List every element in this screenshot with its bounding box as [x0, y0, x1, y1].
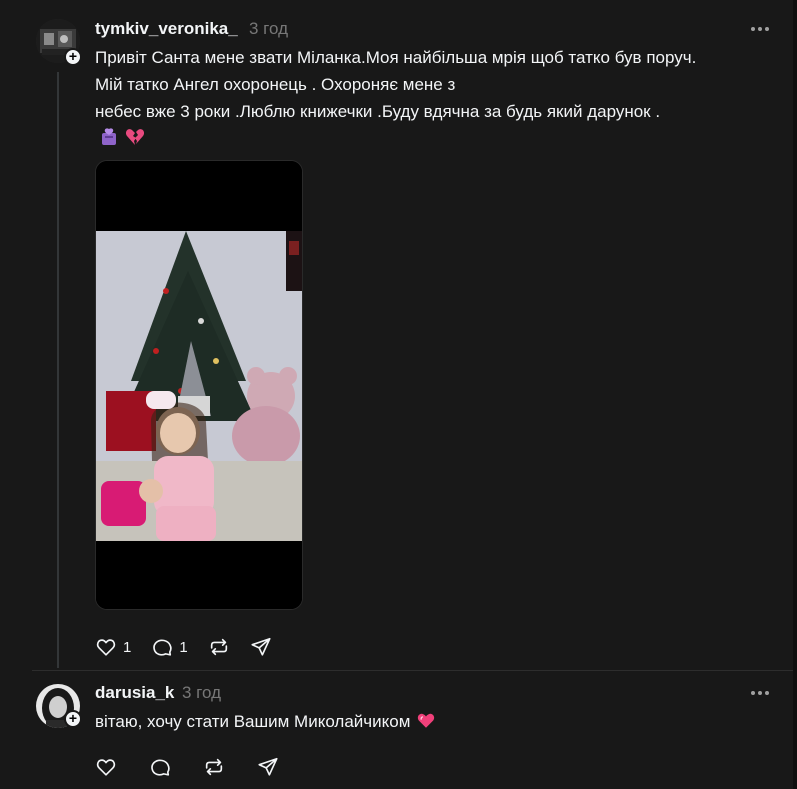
- heart-icon: [96, 759, 116, 776]
- comment-icon: [151, 759, 170, 776]
- comment-button[interactable]: [149, 755, 171, 779]
- repost-icon: [205, 758, 223, 776]
- post-timestamp[interactable]: 3 год: [182, 683, 221, 703]
- post-username[interactable]: tymkiv_veronika_: [95, 19, 238, 39]
- more-options-icon[interactable]: [751, 26, 771, 32]
- post-actions: [95, 755, 299, 779]
- post-photo[interactable]: [95, 160, 303, 610]
- post-actions: 1 1: [95, 635, 292, 659]
- window-edge: [793, 0, 797, 789]
- post-divider: [32, 670, 793, 671]
- send-icon: [251, 637, 271, 656]
- like-button[interactable]: 1: [95, 635, 131, 659]
- follow-plus-icon[interactable]: +: [64, 710, 82, 728]
- send-icon: [258, 757, 278, 776]
- comment-button[interactable]: 1: [151, 635, 188, 659]
- comment-icon: [153, 639, 172, 656]
- repost-button[interactable]: [203, 755, 225, 779]
- post-text-content: вітаю, хочу стати Вашим Миколайчиком: [95, 712, 411, 731]
- comment-count: 1: [179, 638, 188, 656]
- post-username[interactable]: darusia_k: [95, 683, 174, 703]
- like-button[interactable]: [95, 755, 117, 779]
- share-button[interactable]: [250, 635, 272, 659]
- emoji-row: [99, 127, 145, 147]
- post-timestamp[interactable]: 3 год: [249, 19, 288, 39]
- post-text-line: Мій татко Ангел охоронець . Охороняє мен…: [95, 75, 456, 94]
- heart-icon: [96, 639, 116, 656]
- more-options-icon[interactable]: [751, 690, 771, 696]
- post-text-line: Привіт Санта мене звати Міланка.Моя найб…: [95, 48, 697, 67]
- repost-button[interactable]: [208, 635, 230, 659]
- broken-heart-icon: [125, 129, 145, 145]
- thread-connector-line: [57, 72, 59, 668]
- follow-plus-icon[interactable]: +: [64, 48, 82, 66]
- pink-heart-icon: [417, 713, 435, 728]
- repost-icon: [210, 638, 227, 656]
- purple-heart-decoration-icon: [102, 128, 116, 145]
- post-text-line: небес вже 3 роки .Люблю книжечки .Буду в…: [95, 102, 661, 121]
- share-button[interactable]: [257, 755, 279, 779]
- like-count: 1: [123, 638, 132, 656]
- post-text: вітаю, хочу стати Вашим Миколайчиком: [95, 708, 435, 735]
